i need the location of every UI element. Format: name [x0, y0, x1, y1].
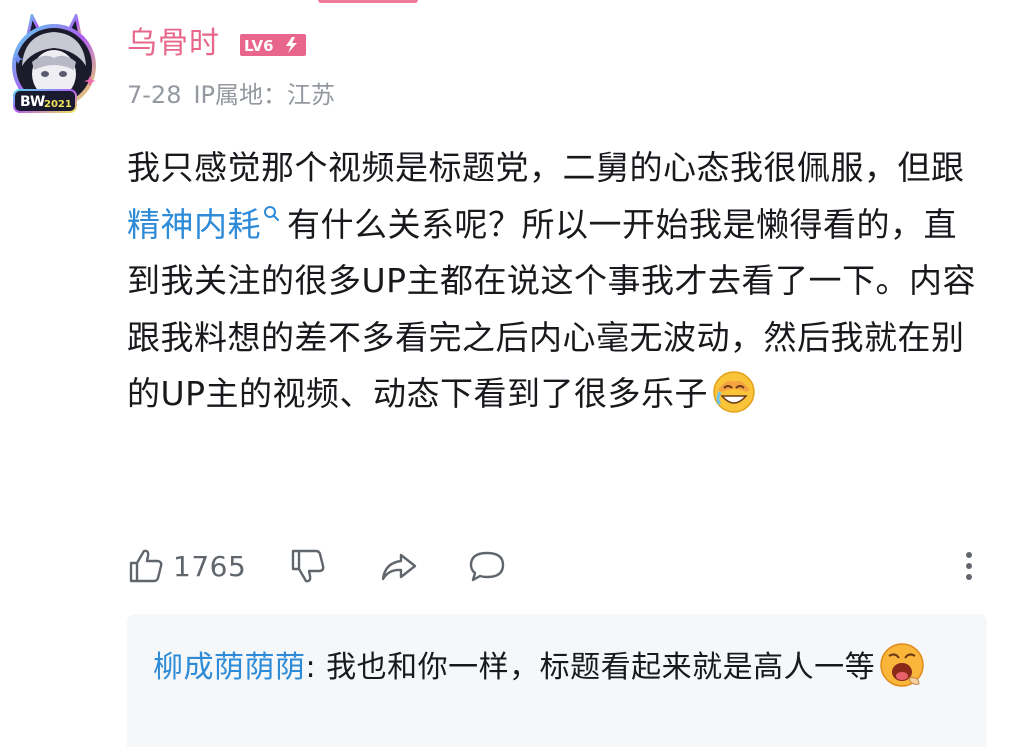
- dislike-button[interactable]: [289, 542, 327, 590]
- level-badge: LV6: [240, 34, 306, 56]
- thumbs-up-icon: [129, 549, 163, 583]
- comment-date: 7-28: [127, 81, 182, 109]
- share-button[interactable]: [379, 542, 419, 590]
- comment-icon: [469, 551, 505, 582]
- reply-content: 我也和你一样，标题看起来就是高人一等: [316, 650, 876, 685]
- share-icon: [381, 553, 417, 581]
- comment-actions: 1765: [127, 542, 987, 590]
- search-link-text[interactable]: 精神内耗: [127, 205, 261, 244]
- comment-text: 我只感觉那个视频是标题党，二舅的心态我很佩服，但跟精神内耗 有什么关系呢？所以一开…: [127, 140, 987, 423]
- reply-text: 柳成荫荫荫: 我也和你一样，标题看起来就是高人一等: [153, 640, 953, 696]
- search-icon[interactable]: [263, 205, 281, 227]
- svg-text:2021: 2021: [44, 99, 72, 110]
- level-badge-icon: LV6: [240, 34, 306, 56]
- comment-page: BW 2021 乌骨时 LV6 7-28 IP属地：江苏 我只感觉那个视频是标题党…: [0, 0, 1009, 747]
- comment-meta: 7-28 IP属地：江苏: [127, 78, 347, 112]
- reply-separator: :: [305, 650, 317, 685]
- reply-button[interactable]: [467, 542, 507, 590]
- thumbs-down-icon: [291, 549, 325, 583]
- more-button[interactable]: [961, 542, 977, 590]
- reply-username[interactable]: 柳成荫荫荫: [153, 650, 306, 685]
- avatar[interactable]: BW 2021: [4, 11, 104, 114]
- avatar-badge-text: BW: [20, 94, 45, 110]
- avatar-image: BW 2021: [12, 11, 96, 113]
- level-badge-text: LV6: [244, 37, 274, 55]
- yawn-emoji-icon: [880, 642, 924, 687]
- search-link[interactable]: 精神内耗: [127, 205, 287, 244]
- comment-username[interactable]: 乌骨时: [127, 24, 220, 64]
- more-vertical-icon: [966, 552, 972, 580]
- reply-preview[interactable]: 柳成荫荫荫: 我也和你一样，标题看起来就是高人一等: [127, 614, 987, 747]
- like-button[interactable]: 1765: [127, 542, 246, 590]
- comment-text-part-1: 我只感觉那个视频是标题党，二舅的心态我很佩服，但跟: [127, 148, 965, 187]
- like-count: 1765: [173, 549, 247, 583]
- ip-location: IP属地：江苏: [193, 81, 336, 109]
- top-accent-bar: [318, 0, 418, 3]
- laugh-cry-emoji-icon: [713, 370, 755, 413]
